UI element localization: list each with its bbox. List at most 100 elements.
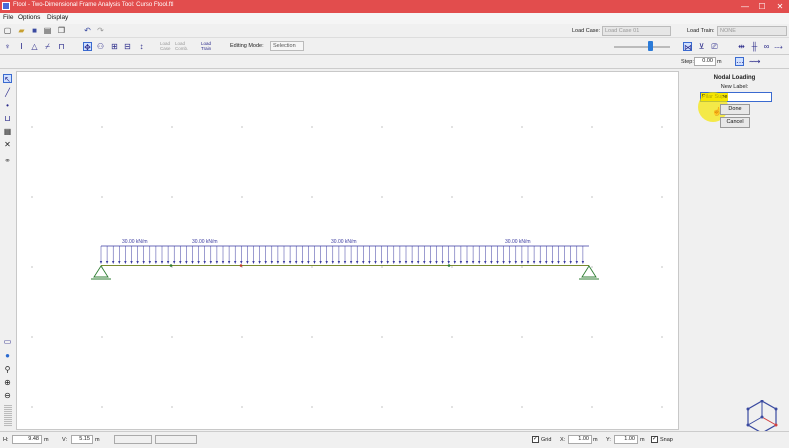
delete-icon[interactable]: ✕ xyxy=(3,140,12,149)
grid-dot xyxy=(521,336,523,338)
grid-dot xyxy=(661,196,663,198)
grid-dot xyxy=(241,406,243,408)
zoom-in-icon[interactable]: ⊕ xyxy=(3,378,12,387)
vertical-scroll-handle[interactable] xyxy=(4,405,12,427)
minimize-button[interactable]: — xyxy=(738,1,752,12)
nodal-load-icon[interactable]: ✥ xyxy=(83,42,92,52)
scale-slider-track[interactable] xyxy=(614,46,670,48)
member-load-icon[interactable]: ⚇ xyxy=(96,42,105,51)
h-unit: m xyxy=(44,437,49,443)
redo-icon[interactable]: ↷ xyxy=(96,26,105,35)
step-continuous-icon[interactable]: ⟿ xyxy=(749,57,760,66)
frame-icon[interactable]: ⊓ xyxy=(57,42,66,51)
distributed-load[interactable] xyxy=(99,246,585,264)
grid-dot xyxy=(171,406,173,408)
load-arrow-head xyxy=(288,261,292,264)
step-input[interactable]: 0.00 xyxy=(694,57,716,66)
reactions-icon[interactable]: ⊻ xyxy=(697,42,706,51)
zoom-out-icon[interactable]: ⊖ xyxy=(3,391,12,400)
v-label: V: xyxy=(62,437,67,443)
y-step-field[interactable]: 1.00 xyxy=(614,435,638,444)
load-arrow-head xyxy=(215,261,219,264)
load-arrow-head xyxy=(392,261,395,264)
insert-node-icon[interactable]: • xyxy=(3,101,12,110)
grid-checkbox[interactable]: ✓ xyxy=(532,436,539,443)
load-case-select[interactable]: Load Case 01 xyxy=(602,26,671,36)
bending-moment-icon[interactable]: ∞ xyxy=(762,42,771,51)
step-label: Step: xyxy=(681,59,694,65)
load-case-small-button[interactable]: Load Case xyxy=(160,41,171,51)
grid-dot xyxy=(171,336,173,338)
save-icon[interactable]: ■ xyxy=(30,26,39,35)
select-arrow-icon[interactable]: ↖ xyxy=(3,74,12,84)
supports-icon[interactable]: ♆ xyxy=(3,42,12,51)
copy-icon[interactable]: ❐ xyxy=(57,26,66,35)
node[interactable] xyxy=(447,264,451,267)
snap-checkbox[interactable]: ✓ xyxy=(651,436,658,443)
model-drawing: 30.00 kN/m 30.00 kN/m 30.00 kN/m 30.00 k… xyxy=(31,126,663,408)
array-icon[interactable]: ▦ xyxy=(3,127,12,136)
new-file-icon[interactable]: ▢ xyxy=(3,26,12,35)
done-button[interactable]: Done xyxy=(720,104,750,115)
material-icon[interactable]: △ xyxy=(30,42,39,51)
load-arrow-head xyxy=(160,261,164,264)
load-arrow-head xyxy=(502,261,505,264)
x-step-field[interactable]: 1.00 xyxy=(568,435,592,444)
load-arrow-head xyxy=(295,261,298,264)
load-train-select[interactable]: NONE xyxy=(717,26,787,36)
load-comb-small-button[interactable]: Load Comb. xyxy=(175,41,188,51)
load-arrow-head xyxy=(581,261,585,264)
x-step-label: X: xyxy=(560,437,566,443)
load-arrow-head xyxy=(465,261,469,264)
panel-heading: Nodal Loading xyxy=(713,75,756,81)
shear-force-icon[interactable]: ╫ xyxy=(750,42,759,51)
temperature-load-icon[interactable]: ⊟ xyxy=(123,42,132,51)
deformed-shape-icon[interactable]: ⋈ xyxy=(683,42,692,52)
dimension-icon[interactable]: ⊔ xyxy=(3,114,12,123)
menu-display[interactable]: Display xyxy=(47,14,68,21)
step-dotted-icon[interactable]: ⋯ xyxy=(735,57,744,67)
load-arrow-head xyxy=(118,261,121,264)
grid-dot xyxy=(311,336,313,338)
load-arrow-head xyxy=(508,261,511,264)
grid-dot xyxy=(101,126,103,128)
load-arrow-head xyxy=(374,261,377,264)
more-diagrams-icon[interactable]: ⤏ xyxy=(774,42,783,51)
draw-member-icon[interactable]: ╱ xyxy=(3,88,12,97)
scale-slider-thumb[interactable] xyxy=(648,41,653,51)
displacement-icon[interactable]: ↕ xyxy=(137,42,146,51)
display-icon[interactable]: ⎚ xyxy=(710,42,719,51)
cancel-button[interactable]: Cancel xyxy=(720,117,750,128)
zoom-icon[interactable]: ⚲ xyxy=(3,365,12,374)
support-left[interactable] xyxy=(91,265,111,280)
load-arrow-head xyxy=(551,261,554,264)
print-icon[interactable]: ▤ xyxy=(43,26,52,35)
open-folder-icon[interactable]: ▰ xyxy=(17,26,26,35)
hinge-icon[interactable]: ⌿ xyxy=(43,42,52,51)
globe-icon[interactable]: ● xyxy=(3,351,12,360)
undo-icon[interactable]: ↶ xyxy=(83,26,92,35)
menu-file[interactable]: File xyxy=(3,14,13,21)
grid-dot xyxy=(591,406,593,408)
maximize-button[interactable]: ☐ xyxy=(755,1,769,12)
load-arrow-head xyxy=(569,261,572,264)
axial-force-icon[interactable]: ⇹ xyxy=(737,42,746,51)
grid-dot xyxy=(101,406,103,408)
close-button[interactable]: ✕ xyxy=(773,1,787,12)
node[interactable] xyxy=(169,264,173,267)
load-arrow-head xyxy=(313,261,316,264)
load-train-small-button[interactable]: Load Train xyxy=(201,41,211,51)
load-arrow-head xyxy=(227,261,231,264)
support-right[interactable] xyxy=(579,265,599,280)
grid-dot xyxy=(31,126,33,128)
menu-options[interactable]: Options xyxy=(18,14,40,21)
x-step-unit: m xyxy=(593,437,598,443)
section-icon[interactable]: Ⅰ xyxy=(17,42,26,51)
node[interactable] xyxy=(239,264,243,267)
editing-mode-select[interactable]: Selection xyxy=(270,41,304,51)
drawing-canvas[interactable]: 30.00 kN/m 30.00 kN/m 30.00 kN/m 30.00 k… xyxy=(16,71,679,430)
grid-dot xyxy=(381,196,383,198)
intersect-icon[interactable]: ⚭ xyxy=(3,156,12,165)
monitor-icon[interactable]: ▭ xyxy=(3,337,12,346)
grid-load-icon[interactable]: ⊞ xyxy=(110,42,119,51)
